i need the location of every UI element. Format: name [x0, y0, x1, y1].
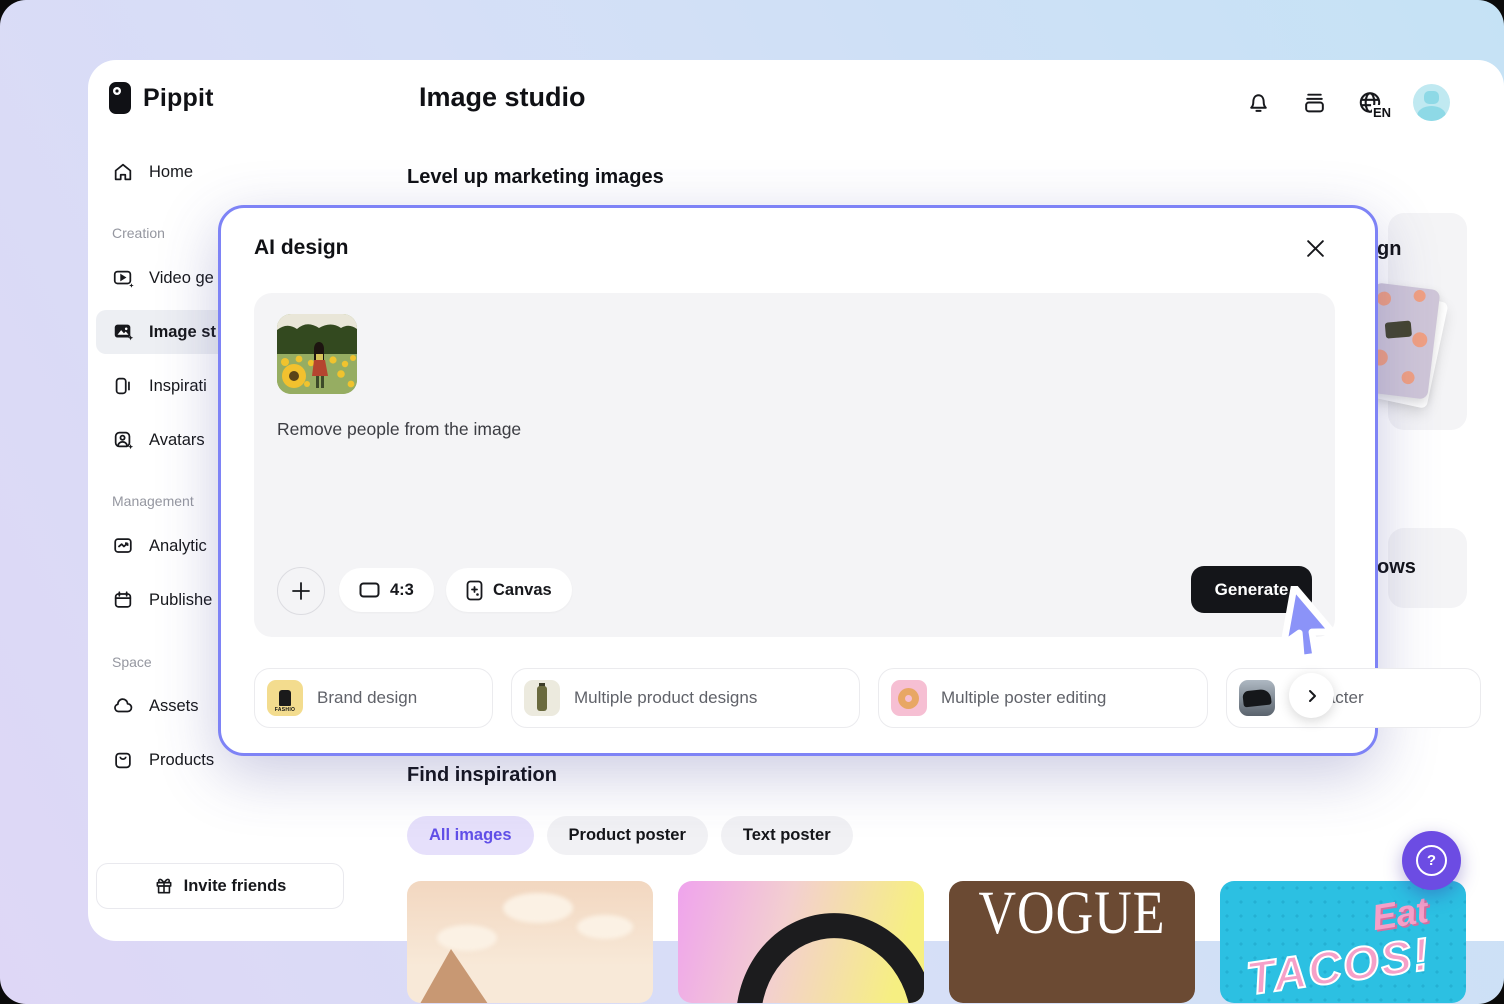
poster-editing-thumbnail [891, 680, 927, 716]
section-heading-find-inspiration: Find inspiration [407, 764, 557, 786]
invite-friends-button[interactable]: Invite friends [96, 863, 344, 909]
chips-scroll-right-button[interactable] [1289, 673, 1334, 718]
screen: Pippit Image studio EN Home Creation Vid… [0, 0, 1504, 1004]
pippit-logo-icon [108, 80, 134, 116]
chip-multiple-product-designs[interactable]: Multiple product designs [511, 668, 860, 728]
sidebar-item-label: Products [149, 750, 215, 769]
sidebar-item-label: Video ge [149, 268, 214, 287]
bag-icon [112, 749, 134, 771]
sidebar-item-label: Image st [149, 322, 216, 341]
inspiration-icon [112, 375, 134, 397]
chevron-right-icon [1305, 689, 1319, 703]
sidebar-item-label: Home [149, 162, 194, 181]
prompt-input-area[interactable]: Remove people from the image 4:3 Canvas … [254, 293, 1335, 637]
invite-friends-label: Invite friends [183, 876, 287, 895]
sidebar-item-label: Publishe [149, 590, 213, 609]
generate-button[interactable]: Generate [1191, 566, 1312, 613]
modal-title: AI design [254, 236, 349, 259]
inspiration-gallery: VOGUE Eat TACOS! [407, 881, 1466, 1003]
inspiration-image-vogue-cover[interactable]: VOGUE [949, 881, 1195, 1003]
language-code: EN [1371, 104, 1391, 120]
tab-text-poster[interactable]: Text poster [720, 816, 853, 855]
sidebar-section-creation: Creation [112, 225, 165, 241]
canvas-icon [466, 580, 483, 601]
page-title: Image studio [419, 82, 586, 112]
sidebar-item-label: Avatars [149, 430, 205, 449]
calendar-icon [112, 589, 134, 611]
brand-name: Pippit [143, 83, 214, 112]
help-button[interactable]: ? [1402, 831, 1461, 890]
section-heading-level-up: Level up marketing images [407, 166, 664, 188]
canvas-label: Canvas [493, 580, 552, 599]
avatars-icon [112, 429, 134, 451]
sidebar-item-label: Assets [149, 696, 199, 715]
chip-character[interactable]: Character [1226, 668, 1481, 728]
ai-design-modal: AI design Remove people from the image 4… [218, 205, 1481, 756]
prompt-text[interactable]: Remove people from the image [277, 419, 521, 440]
inspiration-filter-tabs: All images Product poster Text poster [407, 816, 853, 855]
add-attachment-button[interactable] [277, 567, 325, 615]
vogue-title: VOGUE [978, 881, 1166, 948]
tab-product-poster[interactable]: Product poster [546, 816, 708, 855]
chip-brand-design[interactable]: FASHIO Brand design [254, 668, 493, 728]
generate-label: Generate [1214, 579, 1289, 599]
brand-logo[interactable]: Pippit [108, 80, 214, 116]
aspect-ratio-button[interactable]: 4:3 [339, 568, 434, 612]
home-icon [112, 161, 134, 183]
sidebar-item-label: Analytic [149, 536, 207, 555]
sidebar-section-management: Management [112, 493, 194, 509]
chip-label: Multiple poster editing [941, 688, 1107, 707]
language-globe-icon[interactable]: EN [1357, 90, 1391, 120]
notifications-bell-icon[interactable] [1245, 90, 1271, 116]
canvas-button[interactable]: Canvas [446, 568, 572, 612]
cloud-icon [112, 695, 134, 717]
sidebar-item-label: Inspirati [149, 376, 207, 395]
question-mark-icon: ? [1416, 845, 1447, 876]
character-thumbnail [1239, 680, 1275, 716]
aspect-ratio-label: 4:3 [390, 580, 414, 599]
sidebar-section-space: Space [112, 654, 152, 670]
chip-label: Multiple product designs [574, 688, 758, 707]
video-generator-icon [112, 267, 134, 289]
user-avatar[interactable] [1413, 84, 1450, 121]
feature-card-title-fragment: ows [1377, 556, 1416, 578]
chip-multiple-poster-editing[interactable]: Multiple poster editing [878, 668, 1208, 728]
inspiration-image-landscape[interactable] [407, 881, 653, 1003]
sidebar-item-home[interactable]: Home [96, 150, 272, 194]
billing-card-icon[interactable] [1301, 90, 1327, 116]
image-studio-icon [112, 321, 134, 343]
gift-icon [154, 876, 174, 896]
aspect-ratio-icon [359, 582, 380, 598]
attached-image-thumbnail[interactable] [277, 314, 357, 394]
brand-design-thumbnail: FASHIO [267, 680, 303, 716]
product-designs-thumbnail [524, 680, 560, 716]
analytics-icon [112, 535, 134, 557]
chip-label: Brand design [317, 688, 418, 707]
inspiration-image-eat-poster[interactable]: Eat TACOS! [1220, 881, 1466, 1003]
tab-all-images[interactable]: All images [407, 816, 534, 855]
feature-card-title-fragment: gn [1377, 238, 1402, 260]
close-icon[interactable] [1301, 234, 1329, 262]
inspiration-image-headphones[interactable] [678, 881, 924, 1003]
